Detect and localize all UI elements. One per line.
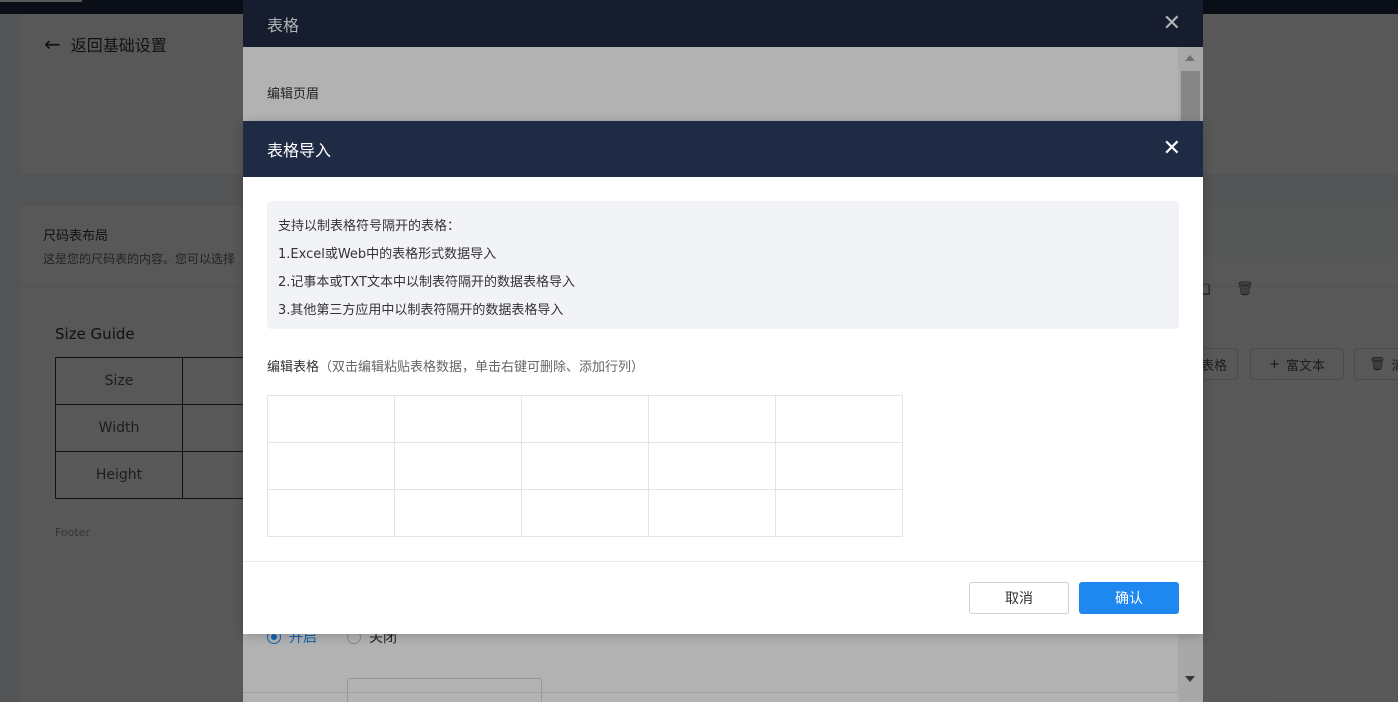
import-dialog-header: 表格导入 ✕ — [243, 121, 1203, 177]
close-icon[interactable]: ✕ — [1163, 138, 1181, 160]
table-cell[interactable] — [775, 489, 903, 537]
table-cell[interactable] — [521, 395, 649, 443]
import-info-box: 支持以制表格符号隔开的表格： 1.Excel或Web中的表格形式数据导入 2.记… — [267, 201, 1179, 329]
import-dialog-body: 支持以制表格符号隔开的表格： 1.Excel或Web中的表格形式数据导入 2.记… — [243, 177, 1203, 562]
table-cell[interactable] — [394, 395, 522, 443]
table-import-dialog: 表格导入 ✕ 支持以制表格符号隔开的表格： 1.Excel或Web中的表格形式数… — [243, 121, 1203, 634]
table-cell[interactable] — [394, 442, 522, 490]
table-cell[interactable] — [394, 489, 522, 537]
info-line: 2.记事本或TXT文本中以制表符隔开的数据表格导入 — [278, 275, 575, 290]
table-cell[interactable] — [267, 442, 395, 490]
table-cell[interactable] — [775, 395, 903, 443]
table-cell[interactable] — [521, 489, 649, 537]
info-line: 1.Excel或Web中的表格形式数据导入 — [278, 247, 497, 262]
edit-table-title: 编辑表格 — [267, 360, 320, 375]
table-row — [267, 442, 903, 490]
info-line: 3.其他第三方应用中以制表符隔开的数据表格导入 — [278, 303, 564, 318]
table-cell[interactable] — [267, 489, 395, 537]
edit-table-hint: （双击编辑粘贴表格数据，单击右键可删除、添加行列） — [319, 360, 645, 375]
table-cell[interactable] — [648, 442, 776, 490]
import-dialog-title: 表格导入 — [267, 141, 332, 160]
table-cell[interactable] — [521, 442, 649, 490]
table-row — [267, 395, 903, 443]
cancel-button[interactable]: 取消 — [969, 582, 1069, 614]
table-cell[interactable] — [775, 442, 903, 490]
confirm-button[interactable]: 确认 — [1079, 582, 1179, 614]
table-row — [267, 489, 903, 537]
table-cell[interactable] — [267, 395, 395, 443]
import-dialog-footer: 取消 确认 — [243, 562, 1203, 634]
table-cell[interactable] — [648, 395, 776, 443]
table-cell[interactable] — [648, 489, 776, 537]
info-line: 支持以制表格符号隔开的表格： — [278, 219, 461, 234]
editable-table[interactable] — [267, 395, 903, 537]
edit-table-label: 编辑表格（双击编辑粘贴表格数据，单击右键可删除、添加行列） — [267, 356, 644, 375]
